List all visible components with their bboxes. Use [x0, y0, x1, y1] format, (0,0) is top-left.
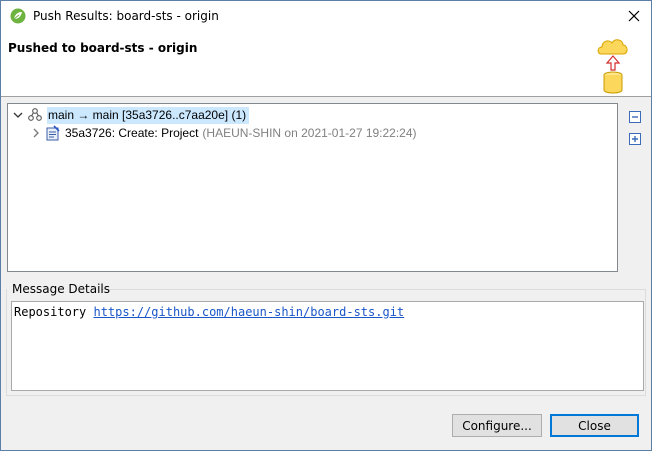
collapse-all-icon[interactable] — [628, 110, 642, 124]
repository-label: Repository — [14, 305, 87, 319]
expand-all-icon[interactable] — [628, 132, 642, 146]
dialog-header: Pushed to board-sts - origin — [1, 31, 651, 97]
spring-leaf-icon — [10, 8, 26, 24]
close-button[interactable]: Close — [550, 414, 639, 437]
push-cloud-database-icon — [595, 32, 631, 96]
commit-row-label: 35a3726: Create: Project — [65, 126, 199, 140]
push-results-tree[interactable]: main → main [35a3726..c7aa20e] (1) 35a37… — [7, 103, 618, 272]
push-results-dialog: Push Results: board-sts - origin Pushed … — [0, 0, 652, 451]
branch-icon — [27, 107, 43, 123]
close-icon[interactable] — [623, 5, 645, 27]
window-title: Push Results: board-sts - origin — [33, 9, 219, 23]
title-bar: Push Results: board-sts - origin — [1, 1, 651, 31]
message-details-text[interactable]: Repository https://github.com/haeun-shin… — [11, 301, 644, 391]
header-title: Pushed to board-sts - origin — [8, 41, 198, 55]
commit-row-meta: (HAEUN-SHIN on 2021-01-27 19:22:24) — [202, 126, 417, 140]
tree-row-commit[interactable]: 35a3726: Create: Project (HAEUN-SHIN on … — [29, 124, 417, 142]
commit-icon — [45, 125, 61, 141]
chevron-right-icon[interactable] — [29, 126, 43, 140]
tree-row-branch[interactable]: main → main [35a3726..c7aa20e] (1) — [11, 106, 250, 124]
branch-row-label: main → main [35a3726..c7aa20e] (1) — [47, 106, 250, 124]
message-details-label: Message Details — [12, 282, 111, 296]
configure-button[interactable]: Configure... — [452, 414, 542, 437]
repository-link[interactable]: https://github.com/haeun-shin/board-sts.… — [93, 305, 404, 319]
group-divider — [101, 289, 645, 290]
chevron-down-icon[interactable] — [11, 108, 25, 122]
